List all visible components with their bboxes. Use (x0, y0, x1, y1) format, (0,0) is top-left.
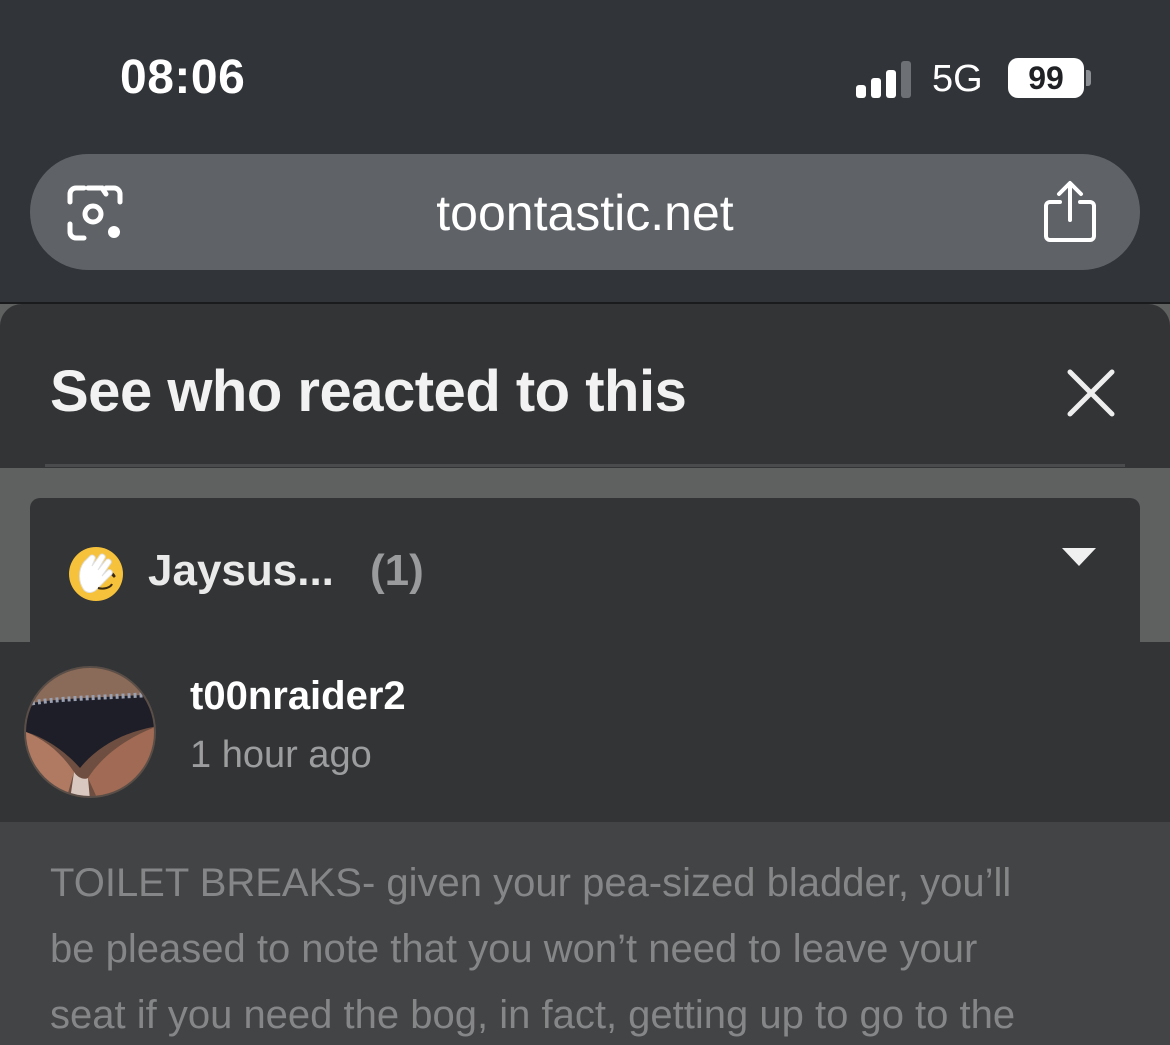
battery-icon: 99 (1008, 58, 1084, 98)
network-label: 5G (932, 58, 983, 100)
status-time: 08:06 (120, 51, 246, 104)
timestamp: 1 hour ago (190, 734, 372, 776)
screen: 08:06 5G 99 toontastic.net TOILET BREAKS… (0, 0, 1170, 1045)
header-divider (45, 464, 1125, 467)
battery-tip (1086, 70, 1091, 86)
browser-toolbar: toontastic.net (0, 140, 1170, 303)
reaction-group-header[interactable]: Jaysus... (1) (30, 498, 1140, 648)
modal-header: See who reacted to this (0, 304, 1170, 468)
post-line: seat if you need the bog, in fact, getti… (50, 993, 1016, 1037)
reaction-count: (1) (370, 546, 424, 595)
avatar-image (26, 668, 154, 796)
battery-level: 99 (1028, 60, 1064, 96)
modal-title: See who reacted to this (50, 359, 687, 424)
signal-icon (856, 58, 916, 98)
list-item[interactable]: t00nraider2 1 hour ago (0, 642, 1170, 822)
facepalm-emoji-icon (69, 547, 123, 601)
address-bar[interactable]: toontastic.net (30, 154, 1140, 270)
close-icon[interactable] (1066, 368, 1116, 418)
url-text[interactable]: toontastic.net (30, 184, 1140, 242)
reaction-name: Jaysus... (148, 546, 334, 595)
status-bar: 08:06 5G 99 (0, 0, 1170, 140)
share-icon[interactable] (1042, 180, 1098, 244)
caret-down-icon[interactable] (1062, 548, 1096, 568)
username[interactable]: t00nraider2 (190, 674, 406, 719)
avatar[interactable] (24, 666, 156, 798)
post-line: TOILET BREAKS- given your pea-sized blad… (50, 861, 1012, 905)
post-line: be pleased to note that you won’t need t… (50, 927, 978, 971)
post-text: TOILET BREAKS- given your pea-sized blad… (50, 850, 1140, 1045)
